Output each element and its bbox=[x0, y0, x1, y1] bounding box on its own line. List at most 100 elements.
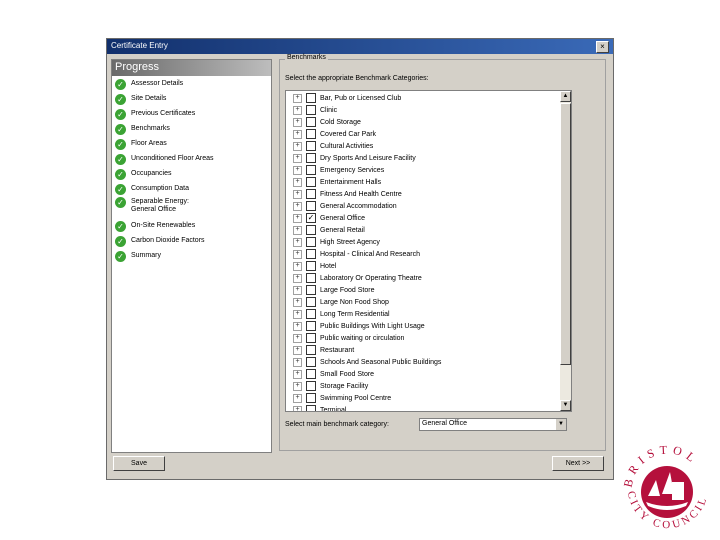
category-row[interactable]: + Public waiting or circulation bbox=[286, 332, 404, 344]
progress-step[interactable]: ✓ On-Site Renewables bbox=[115, 221, 195, 232]
category-checkbox[interactable] bbox=[306, 105, 316, 115]
main-category-select[interactable]: General Office ▼ bbox=[419, 418, 567, 431]
category-row[interactable]: + Swimming Pool Centre bbox=[286, 392, 391, 404]
category-checkbox[interactable] bbox=[306, 321, 316, 331]
expand-plus-icon[interactable]: + bbox=[293, 105, 302, 115]
save-button[interactable]: Save bbox=[113, 456, 165, 471]
expand-plus-icon[interactable]: + bbox=[293, 165, 302, 175]
category-checkbox[interactable] bbox=[306, 117, 316, 127]
expand-plus-icon[interactable]: + bbox=[293, 381, 302, 391]
category-checkbox[interactable] bbox=[306, 273, 316, 283]
category-row[interactable]: + Dry Sports And Leisure Facility bbox=[286, 152, 416, 164]
list-scrollbar[interactable]: ▲ ▼ bbox=[560, 91, 571, 411]
category-checkbox[interactable] bbox=[306, 129, 316, 139]
category-checkbox[interactable] bbox=[306, 189, 316, 199]
progress-step[interactable]: ✓ Assessor Details bbox=[115, 79, 183, 90]
expand-plus-icon[interactable]: + bbox=[293, 93, 302, 103]
progress-step[interactable]: ✓ Carbon Dioxide Factors bbox=[115, 236, 205, 247]
expand-plus-icon[interactable]: + bbox=[293, 273, 302, 283]
category-checkbox[interactable] bbox=[306, 357, 316, 367]
category-row[interactable]: + Entertainment Halls bbox=[286, 176, 381, 188]
category-checkbox[interactable] bbox=[306, 225, 316, 235]
category-checkbox[interactable] bbox=[306, 165, 316, 175]
expand-plus-icon[interactable]: + bbox=[293, 249, 302, 259]
expand-plus-icon[interactable]: + bbox=[293, 285, 302, 295]
expand-plus-icon[interactable]: + bbox=[293, 201, 302, 211]
category-row[interactable]: + Small Food Store bbox=[286, 368, 374, 380]
category-row[interactable]: + Terminal bbox=[286, 404, 346, 411]
category-row[interactable]: + Laboratory Or Operating Theatre bbox=[286, 272, 422, 284]
expand-plus-icon[interactable]: + bbox=[293, 177, 302, 187]
category-checkbox[interactable] bbox=[306, 405, 316, 411]
expand-plus-icon[interactable]: + bbox=[293, 129, 302, 139]
category-checkbox[interactable] bbox=[306, 261, 316, 271]
category-checkbox[interactable] bbox=[306, 393, 316, 403]
progress-step[interactable]: ✓ Unconditioned Floor Areas bbox=[115, 154, 214, 165]
category-row[interactable]: + Fitness And Health Centre bbox=[286, 188, 402, 200]
category-checkbox[interactable] bbox=[306, 345, 316, 355]
category-checkbox[interactable] bbox=[306, 285, 316, 295]
expand-plus-icon[interactable]: + bbox=[293, 261, 302, 271]
expand-plus-icon[interactable]: + bbox=[293, 189, 302, 199]
expand-plus-icon[interactable]: + bbox=[293, 357, 302, 367]
category-checkbox[interactable] bbox=[306, 237, 316, 247]
dropdown-arrow-icon[interactable]: ▼ bbox=[556, 419, 566, 430]
category-checkbox[interactable] bbox=[306, 297, 316, 307]
category-row[interactable]: + Cold Storage bbox=[286, 116, 361, 128]
expand-plus-icon[interactable]: + bbox=[293, 393, 302, 403]
progress-step[interactable]: ✓ Site Details bbox=[115, 94, 166, 105]
category-checkbox[interactable] bbox=[306, 153, 316, 163]
category-row[interactable]: + Emergency Services bbox=[286, 164, 384, 176]
expand-plus-icon[interactable]: + bbox=[293, 333, 302, 343]
category-row[interactable]: + Large Non Food Shop bbox=[286, 296, 389, 308]
expand-plus-icon[interactable]: + bbox=[293, 237, 302, 247]
expand-plus-icon[interactable]: + bbox=[293, 369, 302, 379]
expand-plus-icon[interactable]: + bbox=[293, 345, 302, 355]
expand-plus-icon[interactable]: + bbox=[293, 405, 302, 411]
scroll-up-arrow-icon[interactable]: ▲ bbox=[560, 91, 571, 102]
category-row[interactable]: + High Street Agency bbox=[286, 236, 380, 248]
expand-plus-icon[interactable]: + bbox=[293, 309, 302, 319]
category-checkbox[interactable] bbox=[306, 333, 316, 343]
close-button[interactable]: × bbox=[596, 41, 609, 53]
progress-step[interactable]: ✓ Summary bbox=[115, 251, 161, 262]
expand-plus-icon[interactable]: + bbox=[293, 213, 302, 223]
category-checkbox[interactable] bbox=[306, 177, 316, 187]
category-row[interactable]: + General Accommodation bbox=[286, 200, 397, 212]
progress-step[interactable]: ✓ Consumption Data bbox=[115, 184, 189, 195]
category-row[interactable]: + General Retail bbox=[286, 224, 365, 236]
progress-step[interactable]: ✓ Benchmarks bbox=[115, 124, 170, 135]
category-checkbox[interactable] bbox=[306, 369, 316, 379]
category-row[interactable]: + Hotel bbox=[286, 260, 336, 272]
category-checkbox[interactable] bbox=[306, 141, 316, 151]
category-row[interactable]: + Clinic bbox=[286, 104, 337, 116]
category-row[interactable]: + Bar, Pub or Licensed Club bbox=[286, 92, 401, 104]
category-checkbox[interactable] bbox=[306, 249, 316, 259]
category-checkbox[interactable] bbox=[306, 309, 316, 319]
expand-plus-icon[interactable]: + bbox=[293, 141, 302, 151]
expand-plus-icon[interactable]: + bbox=[293, 225, 302, 235]
category-checkbox[interactable] bbox=[306, 381, 316, 391]
category-row[interactable]: + Public Buildings With Light Usage bbox=[286, 320, 425, 332]
expand-plus-icon[interactable]: + bbox=[293, 297, 302, 307]
category-row[interactable]: + Restaurant bbox=[286, 344, 354, 356]
category-row[interactable]: + Cultural Activities bbox=[286, 140, 373, 152]
expand-plus-icon[interactable]: + bbox=[293, 321, 302, 331]
category-row[interactable]: + Long Term Residential bbox=[286, 308, 390, 320]
progress-step[interactable]: ✓ Floor Areas bbox=[115, 139, 167, 150]
expand-plus-icon[interactable]: + bbox=[293, 153, 302, 163]
category-row[interactable]: + Schools And Seasonal Public Buildings bbox=[286, 356, 441, 368]
category-row[interactable]: + Covered Car Park bbox=[286, 128, 376, 140]
scroll-thumb[interactable] bbox=[560, 103, 571, 365]
category-row[interactable]: + Large Food Store bbox=[286, 284, 374, 296]
progress-step[interactable]: ✓ Occupancies bbox=[115, 169, 171, 180]
scroll-down-arrow-icon[interactable]: ▼ bbox=[560, 400, 571, 411]
expand-plus-icon[interactable]: + bbox=[293, 117, 302, 127]
title-bar[interactable]: Certificate Entry × bbox=[107, 39, 613, 54]
progress-step[interactable]: ✓ Previous Certificates bbox=[115, 109, 195, 120]
category-row[interactable]: + Hospital - Clinical And Research bbox=[286, 248, 420, 260]
category-checkbox[interactable] bbox=[306, 93, 316, 103]
category-checkbox[interactable] bbox=[306, 201, 316, 211]
next-button[interactable]: Next >> bbox=[552, 456, 604, 471]
benchmark-category-list[interactable]: + Bar, Pub or Licensed Club + Clinic + Cold S… bbox=[285, 90, 572, 412]
